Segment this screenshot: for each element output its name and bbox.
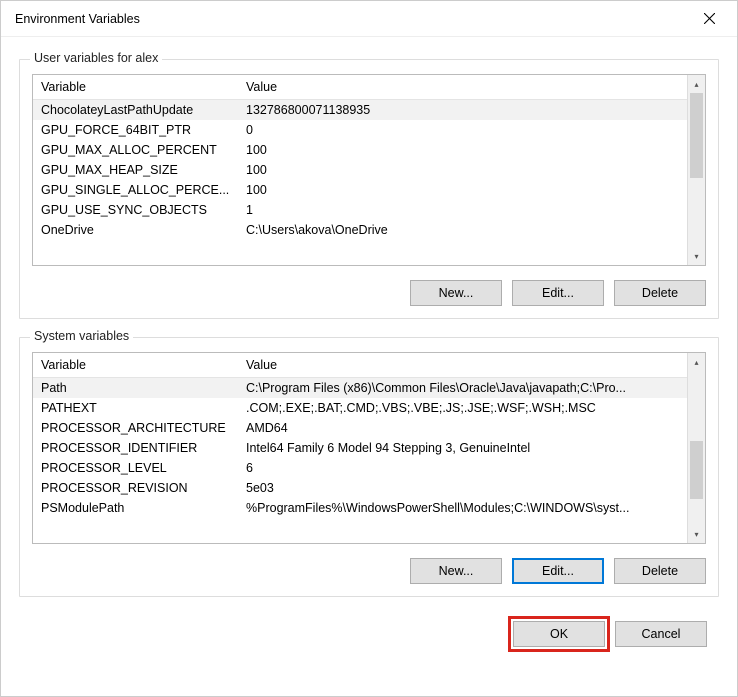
system-new-button[interactable]: New... <box>410 558 502 584</box>
cell-variable: GPU_USE_SYNC_OBJECTS <box>33 200 238 220</box>
cell-value: 100 <box>238 140 687 160</box>
cell-variable: GPU_MAX_ALLOC_PERCENT <box>33 140 238 160</box>
cell-value: 6 <box>238 458 687 478</box>
cell-value: .COM;.EXE;.BAT;.CMD;.VBS;.VBE;.JS;.JSE;.… <box>238 398 687 418</box>
ok-button[interactable]: OK <box>513 621 605 647</box>
scroll-up-icon[interactable]: ▴ <box>688 75 705 93</box>
cell-value: 0 <box>238 120 687 140</box>
system-variables-group: System variables Variable Value Path <box>19 337 719 597</box>
table-row[interactable]: ChocolateyLastPathUpdate 132786800071138… <box>33 100 687 121</box>
table-row[interactable]: GPU_MAX_HEAP_SIZE 100 <box>33 160 687 180</box>
table-row[interactable]: GPU_MAX_ALLOC_PERCENT 100 <box>33 140 687 160</box>
column-header-variable[interactable]: Variable <box>33 75 238 100</box>
cell-variable: PROCESSOR_REVISION <box>33 478 238 498</box>
table-row[interactable]: PROCESSOR_IDENTIFIER Intel64 Family 6 Mo… <box>33 438 687 458</box>
table-row[interactable]: PROCESSOR_REVISION 5e03 <box>33 478 687 498</box>
cell-variable: ChocolateyLastPathUpdate <box>33 100 238 121</box>
cell-value: AMD64 <box>238 418 687 438</box>
cell-value: Intel64 Family 6 Model 94 Stepping 3, Ge… <box>238 438 687 458</box>
table-row[interactable]: GPU_USE_SYNC_OBJECTS 1 <box>33 200 687 220</box>
scroll-thumb[interactable] <box>690 441 703 499</box>
system-delete-button[interactable]: Delete <box>614 558 706 584</box>
cell-variable: Path <box>33 378 238 399</box>
table-row[interactable]: PROCESSOR_LEVEL 6 <box>33 458 687 478</box>
cell-variable: PROCESSOR_ARCHITECTURE <box>33 418 238 438</box>
titlebar: Environment Variables <box>1 1 737 37</box>
scrollbar[interactable]: ▴ ▾ <box>687 353 705 543</box>
cell-variable: PROCESSOR_IDENTIFIER <box>33 438 238 458</box>
cancel-button[interactable]: Cancel <box>615 621 707 647</box>
cell-value: %ProgramFiles%\WindowsPowerShell\Modules… <box>238 498 687 518</box>
cell-variable: PROCESSOR_LEVEL <box>33 458 238 478</box>
system-variables-table[interactable]: Variable Value Path C:\Program Files (x8… <box>32 352 706 544</box>
scroll-down-icon[interactable]: ▾ <box>688 247 705 265</box>
scrollbar[interactable]: ▴ ▾ <box>687 75 705 265</box>
cell-value: C:\Users\akova\OneDrive <box>238 220 687 240</box>
table-row[interactable]: OneDrive C:\Users\akova\OneDrive <box>33 220 687 240</box>
user-new-button[interactable]: New... <box>410 280 502 306</box>
scroll-thumb[interactable] <box>690 93 703 178</box>
user-delete-button[interactable]: Delete <box>614 280 706 306</box>
cell-variable: GPU_SINGLE_ALLOC_PERCE... <box>33 180 238 200</box>
cell-variable: GPU_MAX_HEAP_SIZE <box>33 160 238 180</box>
table-row[interactable]: PROCESSOR_ARCHITECTURE AMD64 <box>33 418 687 438</box>
env-vars-dialog: Environment Variables User variables for… <box>0 0 738 697</box>
cell-variable: PATHEXT <box>33 398 238 418</box>
system-group-label: System variables <box>30 329 133 343</box>
close-icon[interactable] <box>689 5 729 33</box>
cell-value: 100 <box>238 180 687 200</box>
column-header-variable[interactable]: Variable <box>33 353 238 378</box>
user-edit-button[interactable]: Edit... <box>512 280 604 306</box>
table-row[interactable]: PSModulePath %ProgramFiles%\WindowsPower… <box>33 498 687 518</box>
column-header-value[interactable]: Value <box>238 75 687 100</box>
cell-value: 132786800071138935 <box>238 100 687 121</box>
cell-value: 100 <box>238 160 687 180</box>
cell-variable: PSModulePath <box>33 498 238 518</box>
system-edit-button[interactable]: Edit... <box>512 558 604 584</box>
table-row[interactable]: Path C:\Program Files (x86)\Common Files… <box>33 378 687 399</box>
column-header-value[interactable]: Value <box>238 353 687 378</box>
user-group-label: User variables for alex <box>30 51 162 65</box>
cell-value: 5e03 <box>238 478 687 498</box>
user-variables-table[interactable]: Variable Value ChocolateyLastPathUpdate … <box>32 74 706 266</box>
window-title: Environment Variables <box>15 12 140 26</box>
cell-variable: OneDrive <box>33 220 238 240</box>
cell-value: C:\Program Files (x86)\Common Files\Orac… <box>238 378 687 399</box>
cell-value: 1 <box>238 200 687 220</box>
table-row[interactable]: GPU_FORCE_64BIT_PTR 0 <box>33 120 687 140</box>
user-variables-group: User variables for alex Variable Value C <box>19 59 719 319</box>
cell-variable: GPU_FORCE_64BIT_PTR <box>33 120 238 140</box>
table-row[interactable]: PATHEXT .COM;.EXE;.BAT;.CMD;.VBS;.VBE;.J… <box>33 398 687 418</box>
scroll-up-icon[interactable]: ▴ <box>688 353 705 371</box>
scroll-down-icon[interactable]: ▾ <box>688 525 705 543</box>
table-row[interactable]: GPU_SINGLE_ALLOC_PERCE... 100 <box>33 180 687 200</box>
